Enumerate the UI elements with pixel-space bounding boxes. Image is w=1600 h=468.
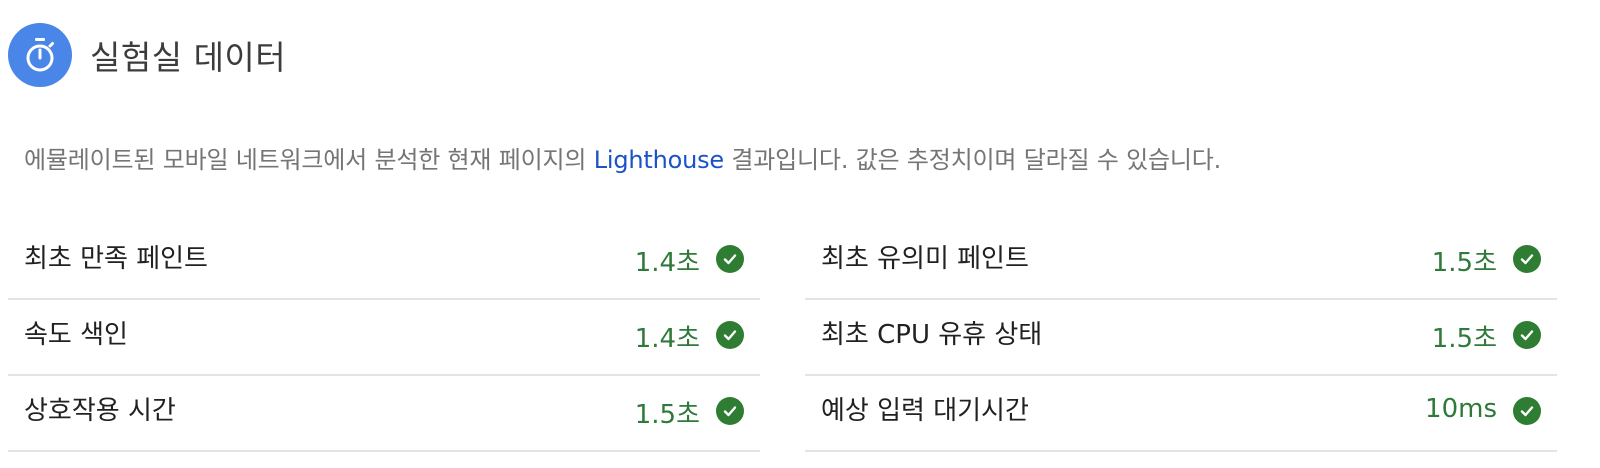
metric-label: 최초 유의미 페인트 [821, 244, 1029, 274]
metric-value: 1.4초 [634, 324, 700, 354]
metric-row-speed-index: 속도 색인 1.4초 [8, 300, 760, 376]
metric-value: 10ms [1425, 394, 1497, 424]
check-circle-icon [716, 397, 744, 425]
metrics-column-left: 최초 만족 페인트 1.4초 속도 색인 1.4초 상호작용 시간 1.5초 [8, 224, 760, 452]
metric-value: 1.5초 [1431, 248, 1497, 278]
metric-row-first-contentful-paint: 최초 만족 페인트 1.4초 [8, 224, 760, 300]
metric-row-first-cpu-idle: 최초 CPU 유휴 상태 1.5초 [805, 300, 1557, 376]
lighthouse-link[interactable]: Lighthouse [594, 146, 724, 174]
check-circle-icon [1513, 245, 1541, 273]
description-suffix: 결과입니다. 값은 추정치이며 달라질 수 있습니다. [723, 146, 1222, 174]
metrics-column-right: 최초 유의미 페인트 1.5초 최초 CPU 유휴 상태 1.5초 예상 입력 … [805, 224, 1557, 452]
lab-data-description: 에뮬레이트된 모바일 네트워크에서 분석한 현재 페이지의 Lighthouse… [24, 140, 1221, 175]
metric-row-first-meaningful-paint: 최초 유의미 페인트 1.5초 [805, 224, 1557, 300]
metric-row-estimated-input-latency: 예상 입력 대기시간 10ms [805, 376, 1557, 452]
check-circle-icon [1513, 321, 1541, 349]
metric-label: 예상 입력 대기시간 [821, 396, 1029, 426]
check-circle-icon [716, 321, 744, 349]
metric-label: 속도 색인 [24, 320, 128, 350]
metric-value: 1.4초 [634, 248, 700, 278]
metric-value: 1.5초 [634, 400, 700, 430]
metric-value: 1.5초 [1431, 324, 1497, 354]
metric-row-time-to-interactive: 상호작용 시간 1.5초 [8, 376, 760, 452]
section-title: 실험실 데이터 [90, 38, 287, 77]
metric-label: 최초 CPU 유휴 상태 [821, 320, 1043, 350]
section-header: 실험실 데이터 [8, 23, 286, 87]
description-prefix: 에뮬레이트된 모바일 네트워크에서 분석한 현재 페이지의 [24, 146, 594, 174]
metric-label: 최초 만족 페인트 [24, 244, 208, 274]
metric-label: 상호작용 시간 [24, 396, 176, 426]
check-circle-icon [1513, 397, 1541, 425]
check-circle-icon [716, 245, 744, 273]
stopwatch-icon [8, 23, 72, 87]
